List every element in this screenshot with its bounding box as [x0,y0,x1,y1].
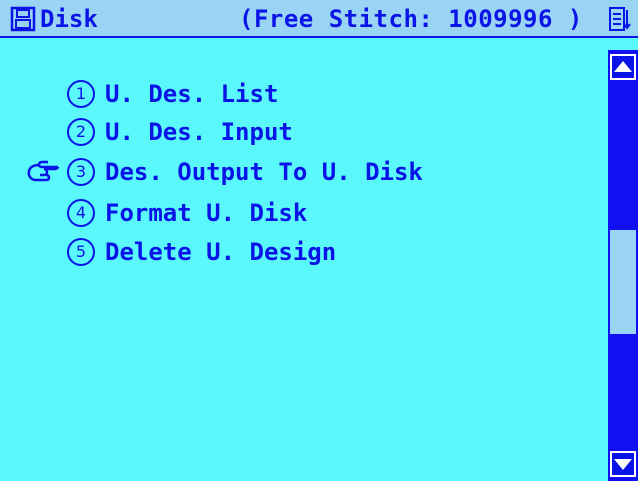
menu-item-format-disk[interactable]: 4 Format U. Disk [67,198,307,228]
menu-item-delete-design[interactable]: 5 Delete U. Design [67,237,336,267]
item-number-badge: 5 [67,238,95,266]
menu-item-label: Des. Output To U. Disk [105,158,423,186]
triangle-down-icon [614,459,632,470]
menu-item-des-list[interactable]: 1 U. Des. List [67,79,278,109]
triangle-up-icon [614,61,632,72]
vertical-scrollbar[interactable] [608,50,638,481]
pointing-hand-icon [27,160,60,182]
free-stitch-counter: (Free Stitch: 1009996 ) [239,5,583,33]
item-number-badge: 4 [67,199,95,227]
item-number-badge: 3 [67,158,95,186]
scroll-up-button[interactable] [610,54,636,80]
document-list-icon[interactable] [608,6,632,32]
scroll-down-button[interactable] [610,451,636,477]
item-number-badge: 2 [67,118,95,146]
item-number-badge: 1 [67,80,95,108]
menu-item-label: U. Des. Input [105,118,293,146]
menu-item-label: Format U. Disk [105,199,308,227]
scrollbar-thumb[interactable] [610,230,636,334]
floppy-disk-icon [10,6,36,32]
menu-item-label: Delete U. Design [105,238,337,266]
title-bar: Disk (Free Stitch: 1009996 ) [0,0,638,38]
menu-item-des-input[interactable]: 2 U. Des. Input [67,117,293,147]
screen-title: Disk [40,5,98,33]
menu-item-label: U. Des. List [105,80,279,108]
menu-item-des-output[interactable]: 3 Des. Output To U. Disk [67,157,423,187]
